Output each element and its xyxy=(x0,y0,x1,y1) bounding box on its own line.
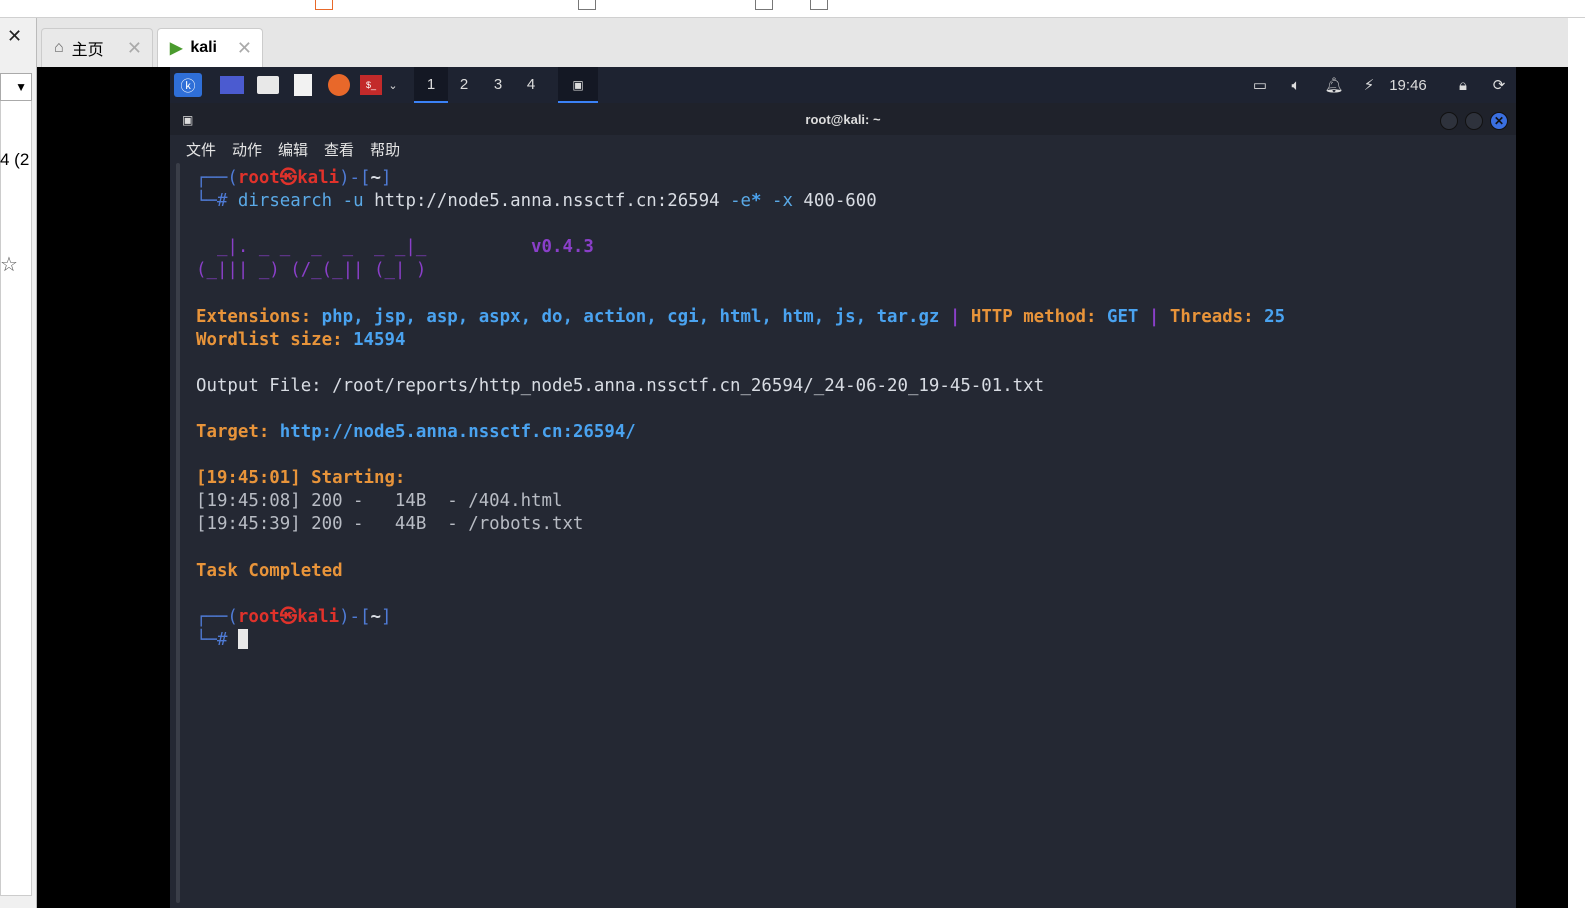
close-icon[interactable]: ✕ xyxy=(127,38,142,59)
menu-actions[interactable]: 动作 xyxy=(232,139,262,160)
clock[interactable]: 19:46 xyxy=(1386,73,1430,97)
task-completed: Task Completed xyxy=(196,560,343,581)
workspace-1[interactable]: 1 xyxy=(414,67,448,103)
desktop-icon[interactable] xyxy=(220,76,244,94)
notification-bell-icon[interactable]: 🔔︎ xyxy=(1324,73,1344,97)
vm-icon: ▶ xyxy=(170,40,183,57)
tab-bar: ⌂ 主页 ✕ ▶ kali ✕ xyxy=(37,18,1585,67)
prompt-line: ┌──(root㉿kali)-[~] xyxy=(196,606,392,627)
banner-art: _|. _ _ _ _ _ _|_ xyxy=(196,237,427,258)
power-icon[interactable]: ⚡︎ xyxy=(1360,73,1378,97)
star-icon[interactable]: ☆ xyxy=(0,252,18,277)
toolbar-icon[interactable] xyxy=(578,0,596,10)
chevron-down-icon[interactable]: ⌄ xyxy=(386,73,400,97)
logout-icon[interactable]: ⟳ xyxy=(1490,73,1508,97)
banner-art: (_||| _) (/_(_|| (_| ) xyxy=(196,260,427,281)
terminal-icon: ▣ xyxy=(182,113,194,127)
tab-label: 主页 xyxy=(71,42,104,59)
target-line: Target: http://node5.anna.nssctf.cn:2659… xyxy=(196,422,636,443)
menu-edit[interactable]: 编辑 xyxy=(278,139,308,160)
workspace-2[interactable]: 2 xyxy=(447,67,481,103)
lock-icon[interactable]: 🔒︎ xyxy=(1454,73,1472,97)
terminal-window: ▣ root@kali: ~ ✕ 文件 动作 编辑 查看 帮助 ┌──(root… xyxy=(170,103,1516,908)
menu-file[interactable]: 文件 xyxy=(186,139,216,160)
left-panel: ✕ ▼ 4 (2 ☆ xyxy=(0,18,37,908)
text-editor-icon[interactable] xyxy=(294,74,312,96)
minimize-button[interactable] xyxy=(1440,112,1458,130)
workspace-3[interactable]: 3 xyxy=(481,67,515,103)
dropdown[interactable]: ▼ xyxy=(0,73,32,101)
network-icon[interactable]: ▭ xyxy=(1250,73,1270,97)
version: v0.4.3 xyxy=(531,237,594,258)
cursor xyxy=(237,628,248,649)
result-line: [19:45:39] 200 - 44B - /robots.txt xyxy=(196,514,584,535)
terminal-titlebar: ▣ root@kali: ~ ✕ xyxy=(170,103,1516,135)
prompt-line: ┌──(root㉿kali)-[~] xyxy=(196,168,392,188)
volume-icon[interactable]: 🔈︎ xyxy=(1286,73,1306,97)
menu-view[interactable]: 查看 xyxy=(324,139,354,160)
tab-home[interactable]: ⌂ 主页 ✕ xyxy=(41,28,153,67)
menu-help[interactable]: 帮助 xyxy=(370,139,400,160)
home-icon: ⌂ xyxy=(54,39,64,56)
starting-line: [19:45:01] Starting: xyxy=(196,468,406,489)
wordlist-line: Wordlist size: 14594 xyxy=(196,329,406,350)
result-line: [19:45:08] 200 - 14B - /404.html xyxy=(196,491,563,512)
terminal-task[interactable]: ▣ xyxy=(558,67,598,103)
toolbar-icon[interactable] xyxy=(315,0,333,10)
maximize-button[interactable] xyxy=(1465,112,1483,130)
terminal-output[interactable]: ┌──(root㉿kali)-[~] └─# dirsearch -u http… xyxy=(196,167,1285,652)
workspace-4[interactable]: 4 xyxy=(514,67,548,103)
tab-kali[interactable]: ▶ kali ✕ xyxy=(157,28,263,67)
scrollbar[interactable] xyxy=(176,163,180,903)
window-title: root@kali: ~ xyxy=(805,112,881,127)
terminal-launcher-icon[interactable]: $_ xyxy=(360,75,382,95)
close-icon[interactable]: ✕ xyxy=(237,38,252,59)
command-line: └─# dirsearch -u http://node5.anna.nssct… xyxy=(196,191,877,212)
extensions-line: Extensions: php, jsp, asp, aspx, do, act… xyxy=(196,306,1286,327)
toolbar-icon[interactable] xyxy=(810,0,828,10)
kali-menu-icon[interactable]: ⓚ xyxy=(174,73,202,97)
tab-label: kali xyxy=(190,39,217,56)
kali-panel: ⓚ $_ ⌄ 1 2 3 4 ▣ ▭ 🔈︎ 🔔︎ ⚡︎ 19:46 🔒︎ ⟳ xyxy=(170,67,1516,103)
firefox-icon[interactable] xyxy=(328,74,350,96)
close-button[interactable]: ✕ xyxy=(1490,112,1508,130)
toolbar-icon[interactable] xyxy=(755,0,773,10)
output-file-line: Output File: /root/reports/http_node5.an… xyxy=(196,375,1045,396)
file-manager-icon[interactable] xyxy=(257,76,279,94)
terminal-menubar: 文件 动作 编辑 查看 帮助 xyxy=(170,135,1516,163)
left-text: 4 (2 xyxy=(0,150,30,169)
browser-toolbar xyxy=(0,0,1585,18)
close-icon[interactable]: ✕ xyxy=(7,26,22,47)
